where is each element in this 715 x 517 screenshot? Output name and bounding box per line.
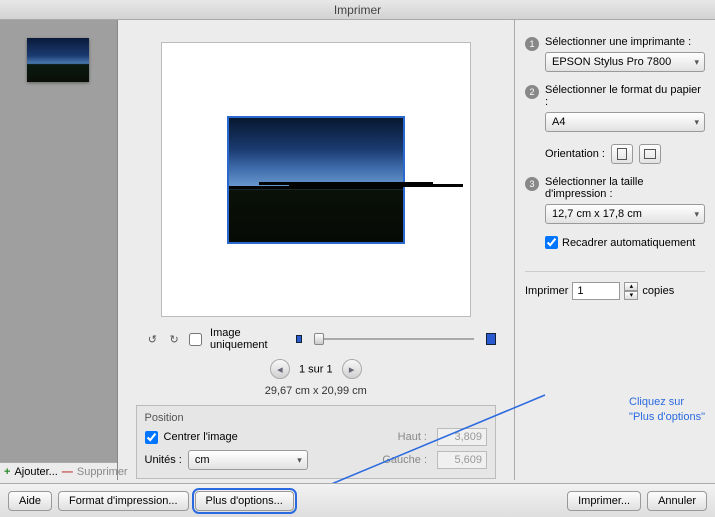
print-size-value: 12,7 cm x 17,8 cm [552,208,642,220]
settings-panel: 1 Sélectionner une imprimante : EPSON St… [515,20,715,480]
annotation-text: Cliquez sur "Plus d'options" [629,395,705,424]
preview-photo[interactable] [227,116,405,244]
zoom-min-swatch [296,335,303,343]
dialog-button-bar: Aide Format d'impression... Plus d'optio… [0,483,715,517]
rotate-cw-icon[interactable]: ↻ [167,330,181,348]
left-label: Gauche : [382,454,427,466]
window-title: Imprimer [0,0,715,20]
image-only-checkbox[interactable] [189,333,202,346]
annotation-line-1: Cliquez sur [629,395,705,409]
copies-input[interactable] [572,282,620,300]
copies-up-button[interactable]: ▴ [624,282,638,291]
zoom-slider-thumb[interactable] [314,333,324,345]
paper-dropdown[interactable]: A4 [545,112,705,132]
center-image-label: Centrer l'image [164,431,238,443]
step-3-label: Sélectionner la taille d'impression : [545,176,705,200]
image-only-label: Image uniquement [210,327,280,351]
printer-value: EPSON Stylus Pro 7800 [552,56,671,68]
landscape-icon [644,149,656,159]
step-3-badge: 3 [525,177,539,191]
thumbnail-image [27,38,89,82]
portrait-icon [617,148,627,160]
sidebar-actions: + Ajouter... — Supprimer [0,462,117,480]
zoom-slider[interactable] [314,338,474,340]
copies-down-button[interactable]: ▾ [624,291,638,300]
orientation-label: Orientation : [545,148,605,160]
annotation-line-2: "Plus d'options" [629,410,705,424]
autocrop-label: Recadrer automatiquement [562,237,695,249]
add-button[interactable]: Ajouter... [14,466,57,478]
top-field [437,428,487,446]
step-1-badge: 1 [525,37,539,51]
units-label: Unités : [145,454,182,466]
center-image-checkbox[interactable] [145,431,158,444]
step-2-label: Sélectionner le format du papier : [545,84,705,108]
page-indicator: 1 sur 1 [299,364,333,376]
print-format-button[interactable]: Format d'impression... [58,491,188,511]
units-dropdown[interactable]: cm [188,450,308,470]
position-title: Position [145,412,487,424]
prev-page-button[interactable]: ◂ [270,359,290,379]
orientation-portrait-button[interactable] [611,144,633,164]
position-panel: Position Centrer l'image Haut : Unités :… [136,405,496,479]
more-options-button[interactable]: Plus d'options... [195,491,294,511]
preview-panel: ↺ ↻ Image uniquement ◂ 1 sur 1 ▸ 29,67 c… [118,20,515,480]
print-button[interactable]: Imprimer... [567,491,641,511]
minus-icon: — [62,466,73,478]
orientation-landscape-button[interactable] [639,144,661,164]
print-size-dropdown[interactable]: 12,7 cm x 17,8 cm [545,204,705,224]
help-button[interactable]: Aide [8,491,52,511]
cancel-button[interactable]: Annuler [647,491,707,511]
zoom-max-swatch [486,333,496,345]
autocrop-checkbox[interactable] [545,236,558,249]
print-preview-paper [161,42,471,317]
copies-suffix: copies [642,285,674,297]
copies-prefix: Imprimer [525,285,568,297]
units-value: cm [195,454,210,466]
paper-value: A4 [552,116,565,128]
paper-dimensions: 29,67 cm x 20,99 cm [136,385,496,397]
top-label: Haut : [398,431,427,443]
remove-button[interactable]: Supprimer [77,466,128,478]
step-1-label: Sélectionner une imprimante : [545,36,705,48]
next-page-button[interactable]: ▸ [342,359,362,379]
left-field [437,451,487,469]
page-thumbnail[interactable] [27,38,89,82]
rotate-ccw-icon[interactable]: ↺ [146,330,160,348]
step-2-badge: 2 [525,85,539,99]
plus-icon: + [4,466,10,478]
printer-dropdown[interactable]: EPSON Stylus Pro 7800 [545,52,705,72]
thumbnail-sidebar: + Ajouter... — Supprimer [0,20,118,480]
